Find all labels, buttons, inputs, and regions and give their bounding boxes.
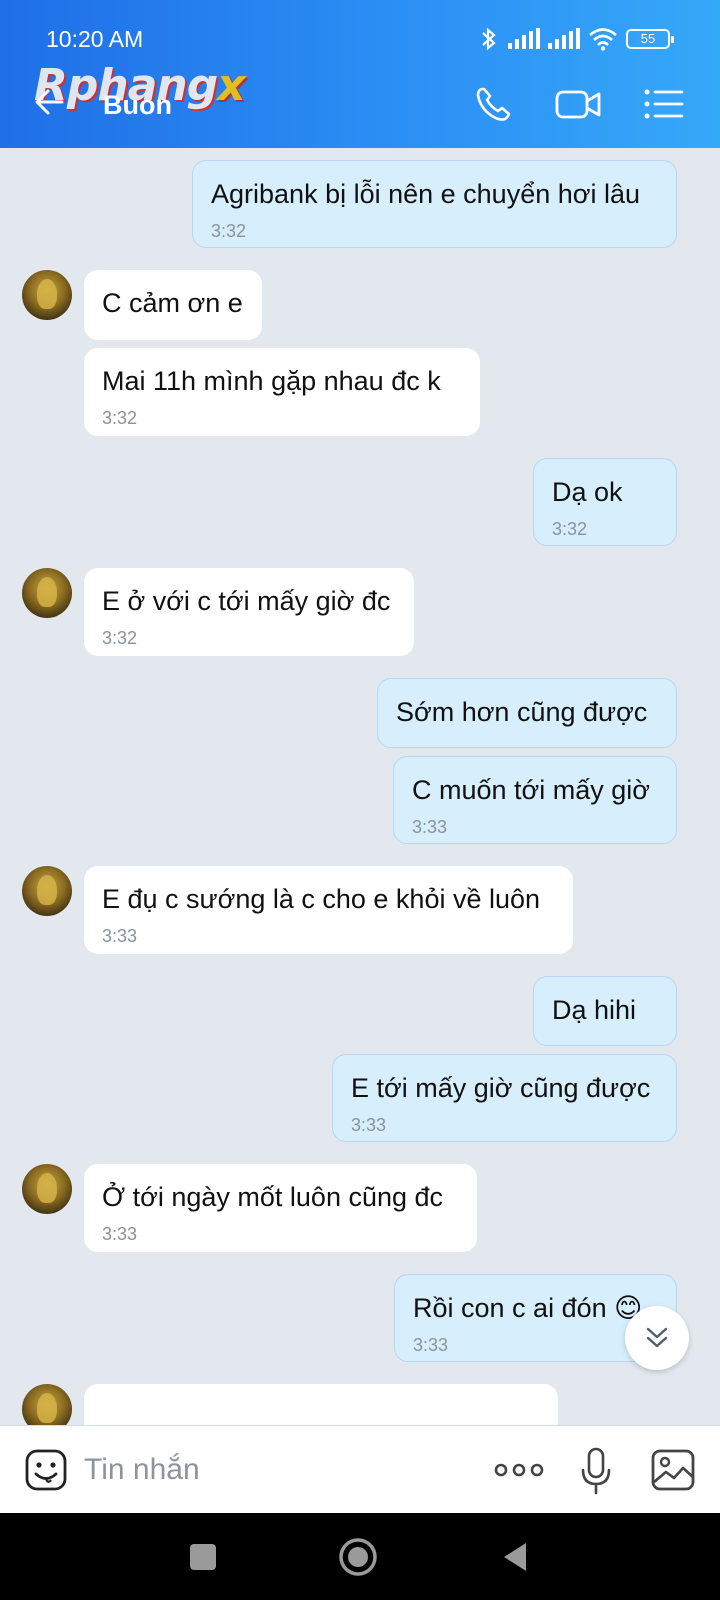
message-bubble-in-partial[interactable] bbox=[84, 1384, 558, 1425]
message-text: Sớm hơn cũng được bbox=[396, 697, 648, 727]
message-bubble-out[interactable]: Agribank bị lỗi nên e chuyển hơi lâu 3:3… bbox=[192, 160, 677, 248]
back-triangle-icon[interactable] bbox=[494, 1535, 538, 1579]
signal-icon-2 bbox=[548, 28, 580, 49]
contact-avatar[interactable] bbox=[22, 1164, 72, 1214]
chat-title[interactable]: Buon bbox=[103, 90, 172, 121]
message-text: Rồi con c ai đón 😊 bbox=[413, 1293, 643, 1323]
message-bubble-in[interactable]: C cảm ơn e bbox=[84, 270, 262, 340]
phone-icon[interactable] bbox=[472, 82, 516, 126]
message-time: 3:33 bbox=[102, 926, 138, 946]
message-bubble-out[interactable]: Sớm hơn cũng được bbox=[377, 678, 677, 748]
recent-apps-icon[interactable] bbox=[181, 1535, 225, 1579]
watermark-x: x bbox=[217, 60, 245, 111]
sticker-face-icon[interactable] bbox=[24, 1448, 68, 1492]
message-text: E ở với c tới mấy giờ đc bbox=[102, 586, 391, 616]
message-time: 3:33 bbox=[351, 1115, 387, 1135]
status-icons: 55 bbox=[478, 24, 674, 54]
message-bubble-in[interactable]: Mai 11h mình gặp nhau đc k 3:32 bbox=[84, 348, 480, 436]
message-time: 3:32 bbox=[211, 221, 247, 241]
chat-navbar: Rphangx Buon bbox=[0, 60, 720, 148]
list-menu-icon[interactable] bbox=[642, 82, 686, 126]
message-bubble-in[interactable]: E ở với c tới mấy giờ đc 3:32 bbox=[84, 568, 414, 656]
message-bubble-in[interactable]: E đụ c sướng là c cho e khỏi về luôn 3:3… bbox=[84, 866, 573, 954]
message-time: 3:33 bbox=[102, 1224, 138, 1244]
system-navigation-bar bbox=[0, 1513, 720, 1600]
header-bar: 10:20 AM 55 Rphangx Buon bbox=[0, 0, 720, 148]
home-icon[interactable] bbox=[334, 1533, 382, 1581]
message-list[interactable]: Agribank bị lỗi nên e chuyển hơi lâu 3:3… bbox=[0, 148, 720, 1425]
message-bubble-out[interactable]: C muốn tới mấy giờ 3:33 bbox=[393, 756, 677, 844]
microphone-icon[interactable] bbox=[578, 1446, 614, 1496]
chevrons-down-icon bbox=[646, 1327, 668, 1348]
message-text: E đụ c sướng là c cho e khỏi về luôn bbox=[102, 884, 541, 914]
more-dots-icon[interactable] bbox=[494, 1458, 544, 1482]
message-text: Mai 11h mình gặp nhau đc k bbox=[102, 366, 441, 396]
message-text: C cảm ơn e bbox=[102, 288, 243, 318]
signal-icon bbox=[508, 28, 540, 49]
message-time: 3:32 bbox=[102, 408, 138, 428]
status-bar: 10:20 AM 55 bbox=[0, 0, 720, 60]
message-time: 3:32 bbox=[552, 519, 588, 539]
battery-indicator: 55 bbox=[626, 29, 674, 49]
message-text: Dạ ok bbox=[552, 477, 623, 507]
message-bubble-in[interactable]: Ở tới ngày mốt luôn cũng đc 3:33 bbox=[84, 1164, 477, 1252]
bluetooth-icon bbox=[482, 27, 496, 51]
contact-avatar[interactable] bbox=[22, 866, 72, 916]
message-time: 3:33 bbox=[412, 817, 448, 837]
back-arrow-icon[interactable] bbox=[28, 80, 72, 124]
image-icon[interactable] bbox=[650, 1448, 696, 1492]
message-text: Ở tới ngày mốt luôn cũng đc bbox=[102, 1182, 444, 1212]
contact-avatar[interactable] bbox=[22, 568, 72, 618]
message-text: Dạ hihi bbox=[552, 995, 637, 1025]
contact-avatar[interactable] bbox=[22, 270, 72, 320]
message-time: 3:32 bbox=[102, 628, 138, 648]
video-camera-icon[interactable] bbox=[554, 82, 602, 126]
message-time: 3:33 bbox=[413, 1335, 449, 1355]
message-text: Agribank bị lỗi nên e chuyển hơi lâu bbox=[211, 179, 640, 209]
message-text: E tới mấy giờ cũng được bbox=[351, 1073, 651, 1103]
contact-avatar[interactable] bbox=[22, 1384, 72, 1425]
message-bubble-out[interactable]: Dạ hihi bbox=[533, 976, 677, 1046]
message-bubble-out[interactable]: Dạ ok 3:32 bbox=[533, 458, 677, 546]
wifi-icon bbox=[589, 28, 617, 51]
message-input[interactable] bbox=[84, 1446, 464, 1494]
scroll-to-bottom-button[interactable] bbox=[625, 1306, 689, 1370]
message-composer bbox=[0, 1425, 720, 1513]
message-bubble-out[interactable]: E tới mấy giờ cũng được 3:33 bbox=[332, 1054, 677, 1142]
message-text: C muốn tới mấy giờ bbox=[412, 775, 650, 805]
status-time: 10:20 AM bbox=[46, 26, 144, 52]
